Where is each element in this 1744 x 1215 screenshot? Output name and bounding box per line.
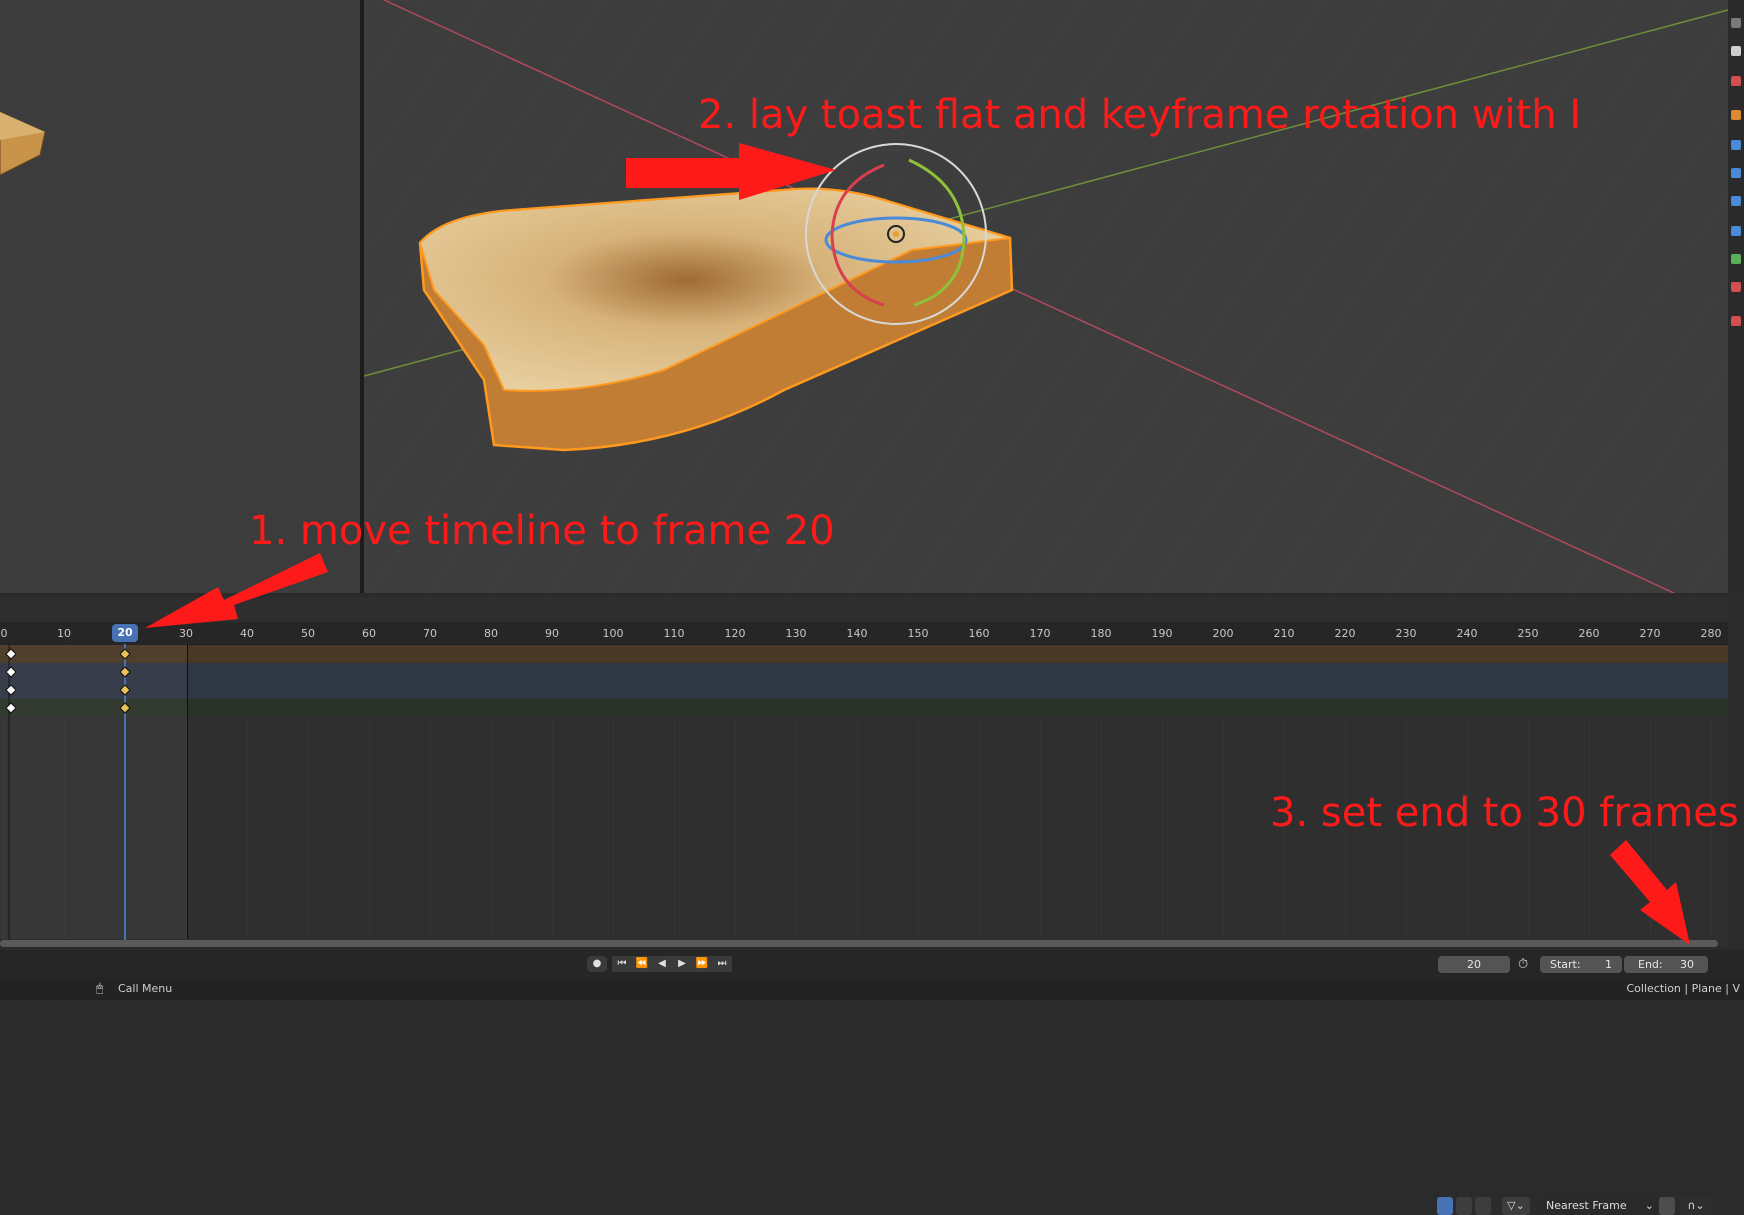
context-info: Collection | Plane | V (1626, 982, 1740, 995)
step1-arrow (145, 553, 328, 628)
current-frame-field[interactable]: 20 (1438, 956, 1510, 973)
warning-icon[interactable] (1475, 1197, 1491, 1215)
annotation-arrows (145, 553, 1690, 945)
status-bar: 🖱 Call Menu Collection | Plane | V (0, 978, 1744, 1000)
jump-end-icon[interactable]: ⏭ (712, 956, 732, 972)
mouse-icon: 🖱 (96, 981, 104, 995)
prev-keyframe-icon[interactable]: ⏪ (632, 956, 652, 972)
clock-icon[interactable]: ⏱ (1518, 956, 1534, 973)
interpolation-icon[interactable]: ∩⌄ (1680, 1197, 1712, 1215)
end-label: End: (1638, 958, 1663, 971)
record-icon[interactable]: ● (587, 956, 607, 972)
call-menu-hint: Call Menu (118, 982, 173, 995)
ghost-icon[interactable] (1456, 1197, 1472, 1215)
play-reverse-icon[interactable]: ◀ (652, 956, 672, 972)
select-tool-icon[interactable] (1437, 1197, 1453, 1215)
start-value: 1 (1605, 958, 1612, 971)
next-keyframe-icon[interactable]: ⏩ (692, 956, 712, 972)
filter-icon[interactable]: ▽⌄ (1502, 1197, 1530, 1215)
jump-start-icon[interactable]: ⏮ (612, 956, 632, 972)
start-frame-field[interactable]: Start: 1 (1540, 956, 1622, 973)
step3-arrow (1610, 840, 1690, 945)
chevron-down-icon: ⌄ (1644, 1199, 1654, 1212)
snapping-dropdown-label: Nearest Frame (1546, 1199, 1627, 1212)
snapping-dropdown[interactable]: Nearest Frame ⌄ (1540, 1197, 1658, 1215)
play-icon[interactable]: ▶ (672, 956, 692, 972)
start-label: Start: (1550, 958, 1581, 971)
end-frame-field[interactable]: End: 30 (1624, 956, 1708, 973)
proportional-edit-icon[interactable] (1659, 1197, 1675, 1215)
end-value: 30 (1680, 958, 1694, 971)
